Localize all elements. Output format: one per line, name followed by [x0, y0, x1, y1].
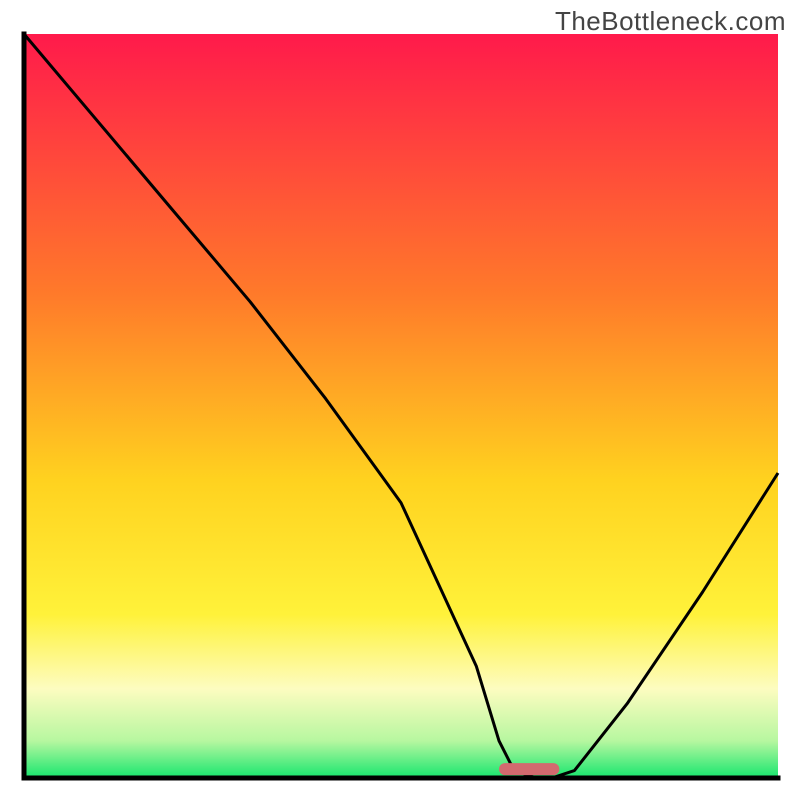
plot-background — [24, 34, 778, 778]
chart-frame: TheBottleneck.com — [0, 0, 800, 800]
optimal-range-marker — [499, 763, 559, 775]
bottleneck-chart — [0, 0, 800, 800]
